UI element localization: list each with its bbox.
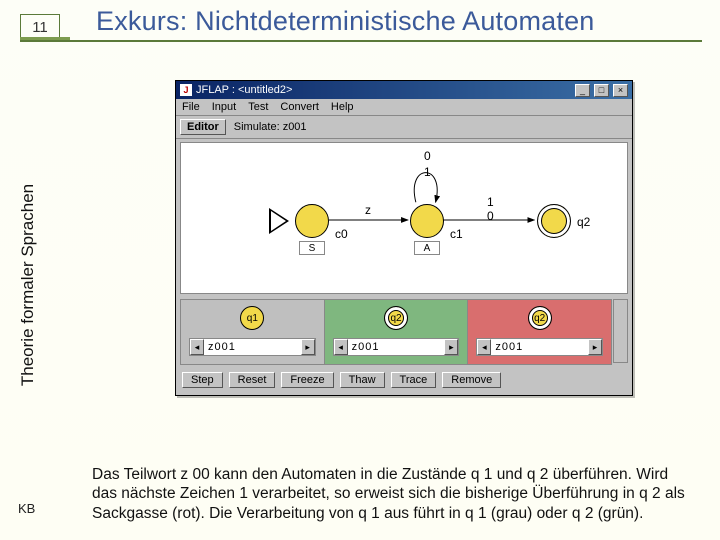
tape-right-button[interactable]: ▸ (301, 339, 315, 355)
sidebar-vertical-label: Theorie formaler Sprachen (18, 150, 38, 420)
state-c0-tag: S (299, 241, 325, 255)
toolbar: Editor Simulate: z001 (176, 116, 632, 139)
config-panels: q1 ◂ z001 ▸ q2 ◂ z001 ▸ q2 ◂ z0 (180, 299, 612, 365)
window-minimize-button[interactable]: _ (575, 84, 590, 97)
tape-right-button[interactable]: ▸ (588, 339, 602, 355)
thaw-button[interactable]: Thaw (340, 372, 385, 388)
panels-scrollbar[interactable] (613, 299, 628, 363)
config-panel-2[interactable]: q2 ◂ z001 ▸ (468, 300, 611, 364)
automaton-canvas[interactable]: c0 S c1 A q2 0 1 z 1 0 (180, 142, 628, 294)
menu-convert[interactable]: Convert (280, 101, 319, 113)
state-c1-label: c1 (450, 227, 463, 241)
window-title: JFLAP : <untitled2> (196, 84, 292, 96)
state-q2[interactable] (537, 204, 571, 238)
reset-button[interactable]: Reset (229, 372, 276, 388)
simulation-area: q1 ◂ z001 ▸ q2 ◂ z001 ▸ q2 ◂ z0 (176, 296, 632, 395)
page-title: Exkurs: Nichtdeterministische Automaten (96, 6, 595, 37)
state-c0-label: c0 (335, 227, 348, 241)
footer-author-tag: KB (18, 501, 35, 516)
edge-c0-c1-label: z (365, 203, 371, 217)
jflap-window: J JFLAP : <untitled2> _ □ × File Input T… (175, 80, 633, 396)
config-panel-1[interactable]: q2 ◂ z001 ▸ (325, 300, 469, 364)
menu-help[interactable]: Help (331, 101, 354, 113)
menu-input[interactable]: Input (212, 101, 236, 113)
tape-right-button[interactable]: ▸ (444, 339, 458, 355)
panel1-tape: ◂ z001 ▸ (333, 338, 460, 356)
panel0-state: q1 (240, 306, 264, 330)
edge-c1-q2-label-0: 0 (487, 209, 494, 223)
step-button[interactable]: Step (182, 372, 223, 388)
panel0-tape-text: z001 (204, 341, 301, 353)
state-c1[interactable] (410, 204, 444, 238)
start-marker-icon (269, 208, 289, 234)
menu-file[interactable]: File (182, 101, 200, 113)
sim-button-row: Step Reset Freeze Thaw Trace Remove (180, 369, 628, 391)
panel2-state: q2 (528, 306, 552, 330)
tape-left-button[interactable]: ◂ (190, 339, 204, 355)
slide-header: 11 Exkurs: Nichtdeterministische Automat… (0, 0, 720, 52)
simulate-mode-label: Simulate: z001 (234, 121, 307, 133)
config-panel-0[interactable]: q1 ◂ z001 ▸ (181, 300, 325, 364)
state-c1-tag: A (414, 241, 440, 255)
edge-c1-q2-label-1: 1 (487, 195, 494, 209)
panel2-tape-text: z001 (491, 341, 588, 353)
menu-test[interactable]: Test (248, 101, 268, 113)
sidebar-label-text: Theorie formaler Sprachen (18, 184, 38, 386)
selfloop-label-1: 1 (424, 165, 431, 179)
freeze-button[interactable]: Freeze (281, 372, 333, 388)
window-titlebar[interactable]: J JFLAP : <untitled2> _ □ × (176, 81, 632, 99)
state-q2-label: q2 (577, 215, 590, 229)
panel0-tape: ◂ z001 ▸ (189, 338, 316, 356)
body-paragraph: Das Teilwort z 00 kann den Automaten in … (92, 465, 692, 524)
header-rule (20, 40, 702, 42)
tape-left-button[interactable]: ◂ (334, 339, 348, 355)
trace-button[interactable]: Trace (391, 372, 437, 388)
state-c0[interactable] (295, 204, 329, 238)
tape-left-button[interactable]: ◂ (477, 339, 491, 355)
menu-bar: File Input Test Convert Help (176, 99, 632, 116)
window-close-button[interactable]: × (613, 84, 628, 97)
editor-button[interactable]: Editor (180, 119, 226, 135)
panel1-tape-text: z001 (348, 341, 445, 353)
window-maximize-button[interactable]: □ (594, 84, 609, 97)
panel2-tape: ◂ z001 ▸ (476, 338, 603, 356)
selfloop-label-0: 0 (424, 149, 431, 163)
remove-button[interactable]: Remove (442, 372, 501, 388)
panel1-state: q2 (384, 306, 408, 330)
app-icon: J (180, 84, 192, 96)
